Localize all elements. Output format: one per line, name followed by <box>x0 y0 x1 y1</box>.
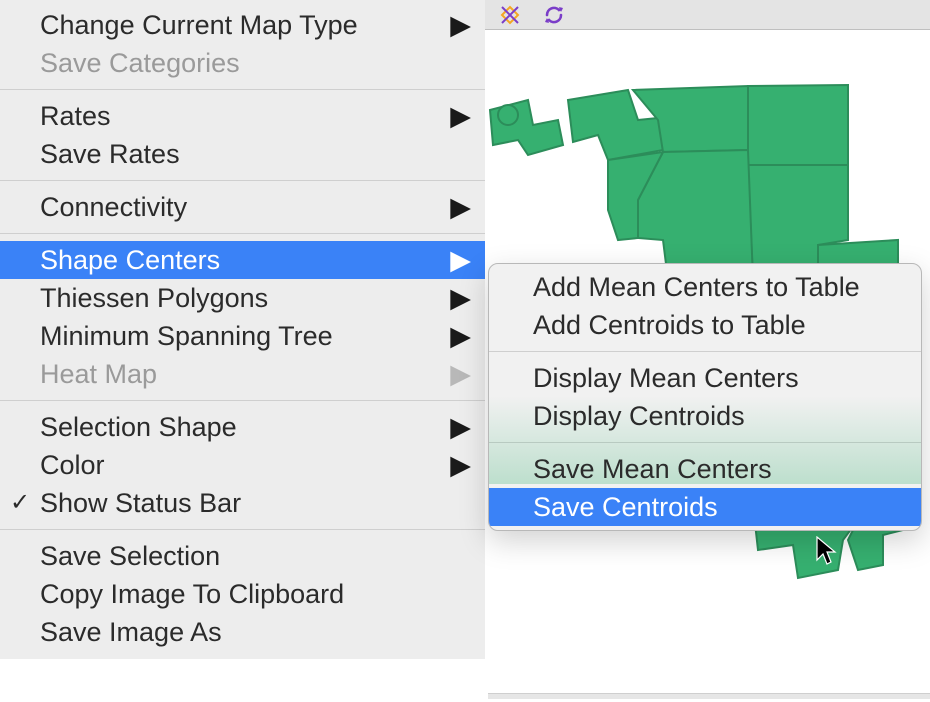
chevron-right-icon: ▶ <box>440 243 471 277</box>
menu-copy-image-to-clipboard[interactable]: Copy Image To Clipboard <box>0 575 485 613</box>
menu-item-label: Minimum Spanning Tree <box>40 319 333 353</box>
chevron-right-icon: ▶ <box>440 8 471 42</box>
submenu-add-centroids[interactable]: Add Centroids to Table <box>489 306 921 344</box>
menu-separator <box>0 233 485 234</box>
chevron-right-icon: ▶ <box>440 319 471 353</box>
menu-item-label: Change Current Map Type <box>40 8 358 42</box>
menu-item-label: Show Status Bar <box>40 486 241 520</box>
chevron-right-icon: ▶ <box>440 99 471 133</box>
menu-thiessen-polygons[interactable]: Thiessen Polygons ▶ <box>0 279 485 317</box>
menu-item-label: Save Rates <box>40 137 180 171</box>
menu-item-label: Thiessen Polygons <box>40 281 268 315</box>
menu-item-label: Save Mean Centers <box>533 451 772 487</box>
menu-save-selection[interactable]: Save Selection <box>0 537 485 575</box>
menu-save-rates[interactable]: Save Rates <box>0 135 485 173</box>
menu-item-label: Color <box>40 448 105 482</box>
menu-separator <box>489 351 921 352</box>
menu-minimum-spanning-tree[interactable]: Minimum Spanning Tree ▶ <box>0 317 485 355</box>
menu-separator <box>0 180 485 181</box>
chevron-right-icon: ▶ <box>440 281 471 315</box>
menu-item-label: Connectivity <box>40 190 187 224</box>
menu-selection-shape[interactable]: Selection Shape ▶ <box>0 408 485 446</box>
chevron-right-icon: ▶ <box>440 410 471 444</box>
menu-item-label: Add Mean Centers to Table <box>533 269 860 305</box>
menu-item-label: Add Centroids to Table <box>533 307 806 343</box>
menu-separator <box>0 400 485 401</box>
menu-item-label: Shape Centers <box>40 243 220 277</box>
shape-icon[interactable] <box>499 4 521 26</box>
menu-save-categories: Save Categories <box>0 44 485 82</box>
menu-show-status-bar[interactable]: ✓ Show Status Bar <box>0 484 485 522</box>
menu-item-label: Selection Shape <box>40 410 237 444</box>
status-bar <box>488 693 930 699</box>
menu-color[interactable]: Color ▶ <box>0 446 485 484</box>
menu-item-label: Display Mean Centers <box>533 360 799 396</box>
check-icon: ✓ <box>10 486 30 520</box>
submenu-save-mean-centers[interactable]: Save Mean Centers <box>489 450 921 488</box>
submenu-display-mean-centers[interactable]: Display Mean Centers <box>489 359 921 397</box>
menu-save-image-as[interactable]: Save Image As <box>0 613 485 651</box>
submenu-add-mean-centers[interactable]: Add Mean Centers to Table <box>489 268 921 306</box>
menu-item-label: Save Centroids <box>533 489 718 525</box>
submenu-save-centroids[interactable]: Save Centroids <box>489 488 921 526</box>
context-menu: Change Current Map Type ▶ Save Categories… <box>0 0 485 659</box>
chevron-right-icon: ▶ <box>440 357 471 391</box>
menu-item-label: Copy Image To Clipboard <box>40 577 344 611</box>
submenu-display-centroids[interactable]: Display Centroids <box>489 397 921 435</box>
menu-rates[interactable]: Rates ▶ <box>0 97 485 135</box>
menu-item-label: Display Centroids <box>533 398 745 434</box>
menu-item-label: Rates <box>40 99 111 133</box>
chevron-right-icon: ▶ <box>440 448 471 482</box>
menu-item-label: Heat Map <box>40 357 157 391</box>
menu-item-label: Save Selection <box>40 539 220 573</box>
menu-item-label: Save Image As <box>40 615 222 649</box>
refresh-icon[interactable] <box>543 4 565 26</box>
menu-change-current-map-type[interactable]: Change Current Map Type ▶ <box>0 6 485 44</box>
submenu-shape-centers: Add Mean Centers to Table Add Centroids … <box>488 263 922 531</box>
menu-item-label: Save Categories <box>40 46 240 80</box>
menu-connectivity[interactable]: Connectivity ▶ <box>0 188 485 226</box>
menu-separator <box>489 442 921 443</box>
menu-separator <box>0 529 485 530</box>
menu-heat-map: Heat Map ▶ <box>0 355 485 393</box>
toolbar <box>484 0 930 30</box>
chevron-right-icon: ▶ <box>440 190 471 224</box>
menu-separator <box>0 89 485 90</box>
menu-shape-centers[interactable]: Shape Centers ▶ <box>0 241 485 279</box>
